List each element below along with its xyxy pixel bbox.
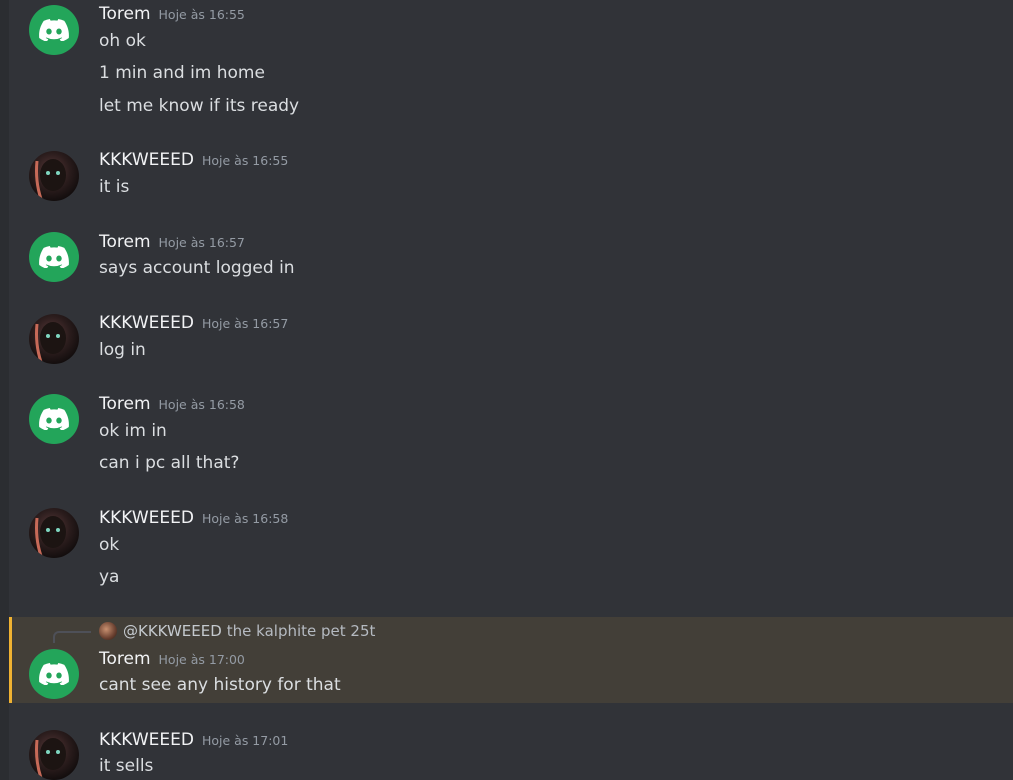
timestamp[interactable]: Hoje às 17:00 — [159, 652, 245, 667]
message-header: KKKWEEED Hoje às 17:01 — [99, 730, 288, 750]
avatar[interactable] — [29, 508, 79, 558]
message-header: KKKWEEED Hoje às 16:55 — [99, 150, 288, 170]
timestamp[interactable]: Hoje às 17:01 — [202, 733, 288, 748]
username[interactable]: Torem — [99, 4, 151, 24]
discord-logo-icon — [39, 408, 69, 430]
avatar[interactable] — [29, 730, 79, 780]
user-photo-icon — [35, 159, 66, 200]
avatar[interactable] — [29, 314, 79, 364]
message-text: it is — [99, 177, 130, 197]
avatar[interactable] — [29, 151, 79, 201]
avatar[interactable] — [29, 5, 79, 55]
username[interactable]: Torem — [99, 232, 151, 252]
message-header: KKKWEEED Hoje às 16:57 — [99, 313, 288, 333]
message-text: oh ok — [99, 31, 146, 51]
user-photo-icon — [35, 516, 66, 557]
username[interactable]: KKKWEEED — [99, 313, 194, 333]
message-text: log in — [99, 340, 146, 360]
username[interactable]: KKKWEEED — [99, 150, 194, 170]
reply-username[interactable]: @KKKWEEED — [123, 622, 222, 640]
message-header: KKKWEEED Hoje às 16:58 — [99, 508, 288, 528]
message-header: Torem Hoje às 16:55 — [99, 4, 245, 24]
message-header: Torem Hoje às 16:58 — [99, 394, 245, 414]
timestamp[interactable]: Hoje às 16:55 — [159, 7, 245, 22]
timestamp[interactable]: Hoje às 16:58 — [202, 511, 288, 526]
message-text: 1 min and im home — [99, 63, 265, 83]
discord-logo-icon — [39, 19, 69, 41]
timestamp[interactable]: Hoje às 16:57 — [202, 316, 288, 331]
avatar[interactable] — [29, 232, 79, 282]
timestamp[interactable]: Hoje às 16:58 — [159, 397, 245, 412]
message-text: says account logged in — [99, 258, 295, 278]
message-header: Torem Hoje às 16:57 — [99, 232, 245, 252]
mention-bar — [9, 617, 12, 703]
reply-preview-text[interactable]: the kalphite pet 25t — [227, 622, 376, 640]
username[interactable]: KKKWEEED — [99, 508, 194, 528]
message-text: cant see any history for that — [99, 675, 341, 695]
discord-logo-icon — [39, 246, 69, 268]
timestamp[interactable]: Hoje às 16:55 — [202, 153, 288, 168]
message-text: ok im in — [99, 421, 167, 441]
message-text: can i pc all that? — [99, 453, 240, 473]
message-text: it sells — [99, 756, 154, 776]
reply-avatar — [99, 622, 117, 640]
message-text: let me know if its ready — [99, 96, 300, 116]
user-photo-icon — [35, 322, 66, 363]
reply-reference[interactable]: @KKKWEEED the kalphite pet 25t — [99, 620, 375, 642]
username[interactable]: Torem — [99, 649, 151, 669]
username[interactable]: Torem — [99, 394, 151, 414]
discord-logo-icon — [39, 663, 69, 685]
message-text: ok — [99, 535, 120, 555]
avatar[interactable] — [29, 649, 79, 699]
message-text: ya — [99, 567, 120, 587]
reply-connector — [53, 631, 91, 643]
avatar[interactable] — [29, 394, 79, 444]
timestamp[interactable]: Hoje às 16:57 — [159, 235, 245, 250]
username[interactable]: KKKWEEED — [99, 730, 194, 750]
user-photo-icon — [35, 738, 66, 779]
left-edge-divider — [0, 0, 9, 780]
message-header: Torem Hoje às 17:00 — [99, 649, 245, 669]
